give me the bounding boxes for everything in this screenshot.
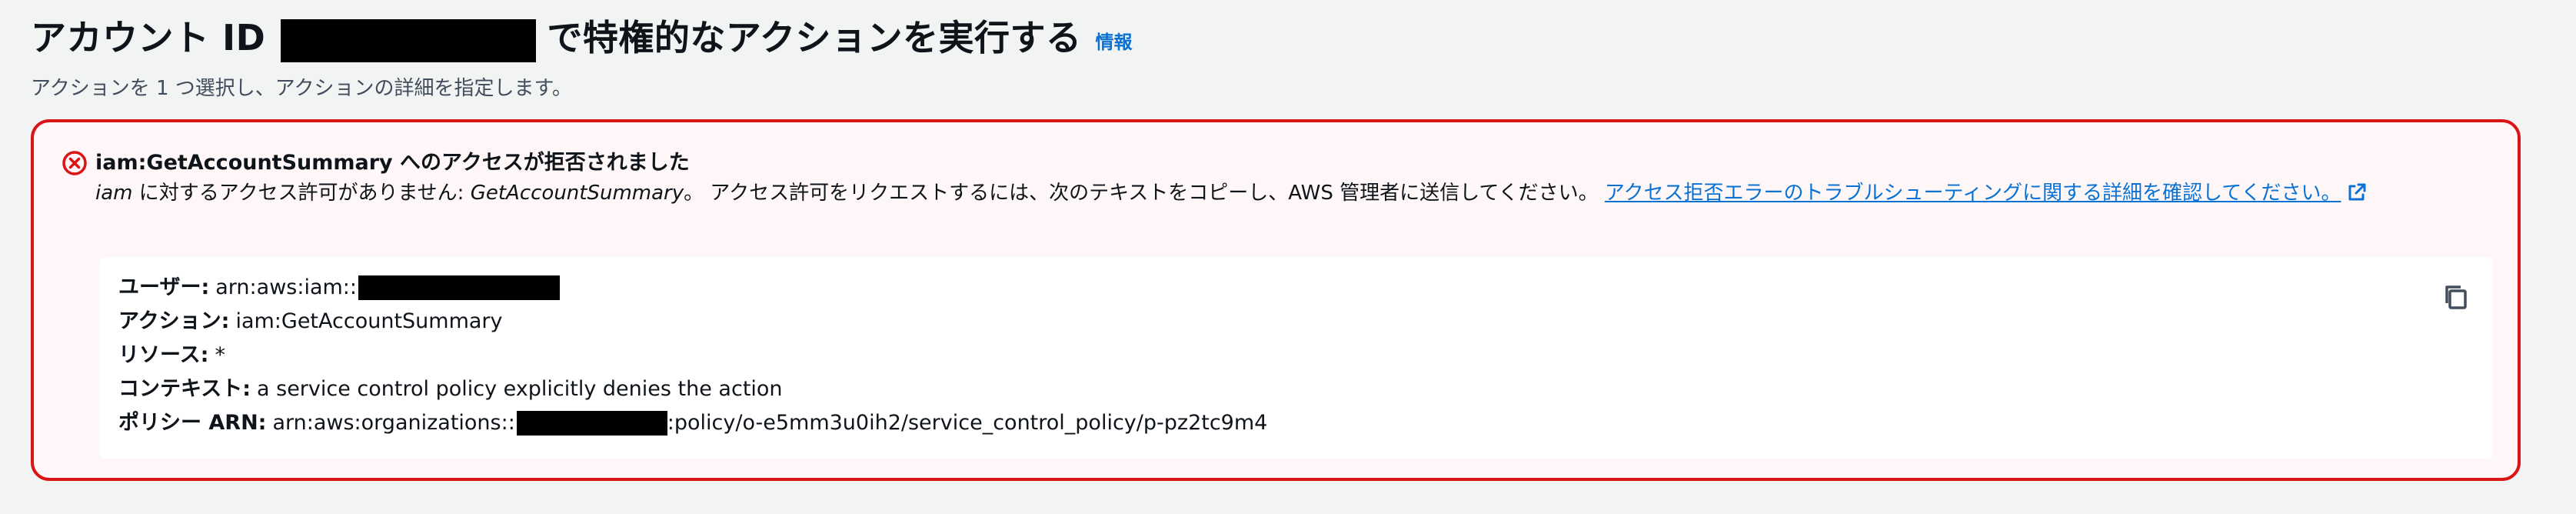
troubleshooting-link[interactable]: アクセス拒否エラーのトラブルシューティングに関する詳細を確認してください。 xyxy=(1605,182,2368,205)
error-circle-icon xyxy=(62,151,87,175)
copy-icon[interactable] xyxy=(2441,282,2471,312)
title-suffix: で特権的なアクションを実行する xyxy=(547,17,1082,59)
detail-action-value: iam:GetAccountSummary xyxy=(235,309,503,333)
page-title: アカウント ID で特権的なアクションを実行する xyxy=(31,10,1082,62)
detail-resource: リソース: * xyxy=(118,339,2474,372)
alert-message: iam に対するアクセス許可がありません: GetAccountSummary。… xyxy=(95,178,2479,209)
message-subject: iam xyxy=(95,182,133,205)
detail-context-value: a service control policy explicitly deni… xyxy=(257,377,783,401)
detail-user: ユーザー: arn:aws:iam:: xyxy=(118,271,2474,305)
info-link[interactable]: 情報 xyxy=(1096,19,1133,54)
detail-policy-arn: ポリシー ARN: arn:aws:organizations:: :polic… xyxy=(118,406,2474,440)
alert-title: iam:GetAccountSummary へのアクセスが拒否されました xyxy=(95,151,690,175)
redacted-account-id xyxy=(281,18,537,62)
detail-action-label: アクション: xyxy=(118,309,230,333)
message-action: GetAccountSummary xyxy=(470,182,684,205)
title-prefix: アカウント ID xyxy=(31,17,266,59)
detail-policy-label: ポリシー ARN: xyxy=(118,411,267,435)
page-subtitle: アクションを 1 つ選択し、アクションの詳細を指定します。 xyxy=(31,77,572,100)
detail-resource-value: * xyxy=(215,343,225,367)
page: アカウント ID で特権的なアクションを実行する 情報 アクションを 1 つ選択し… xyxy=(0,0,2576,514)
alert-content: iam:GetAccountSummary へのアクセスが拒否されました iam… xyxy=(95,149,2479,209)
detail-user-value: arn:aws:iam:: xyxy=(215,275,357,299)
access-denied-alert: iam:GetAccountSummary へのアクセスが拒否されました iam… xyxy=(31,119,2521,481)
permission-details-box[interactable]: ユーザー: arn:aws:iam:: アクション: iam:GetAccoun… xyxy=(100,257,2493,459)
redacted-org-account xyxy=(516,411,667,436)
detail-user-label: ユーザー: xyxy=(118,275,210,299)
detail-policy-suffix: :policy/o-e5mm3u0ih2/service_control_pol… xyxy=(667,411,1268,435)
detail-context-label: コンテキスト: xyxy=(118,377,251,401)
redacted-user-arn xyxy=(358,275,560,300)
detail-policy-prefix: arn:aws:organizations:: xyxy=(272,411,515,435)
troubleshooting-link-text: アクセス拒否エラーのトラブルシューティングに関する詳細を確認してください。 xyxy=(1604,182,2341,205)
detail-action: アクション: iam:GetAccountSummary xyxy=(118,305,2474,339)
alert-header: iam:GetAccountSummary へのアクセスが拒否されました iam… xyxy=(62,149,2487,209)
external-link-icon xyxy=(2348,183,2366,201)
message-part1: に対するアクセス許可がありません: xyxy=(132,182,471,205)
detail-context: コンテキスト: a service control policy explici… xyxy=(118,372,2474,406)
header: アカウント ID で特権的なアクションを実行する 情報 xyxy=(31,11,2545,62)
detail-resource-label: リソース: xyxy=(118,343,209,367)
message-part2: 。 アクセス許可をリクエストするには、次のテキストをコピーし、AWS 管理者に送… xyxy=(684,182,1605,205)
